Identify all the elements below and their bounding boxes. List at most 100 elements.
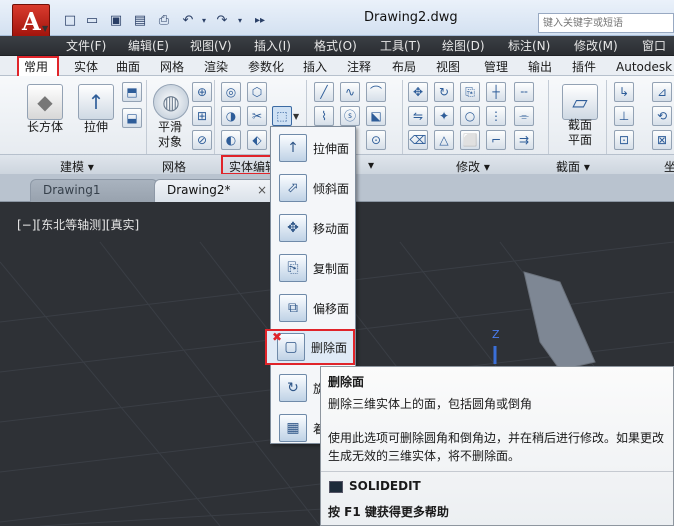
helix-icon[interactable]: ⓢ: [340, 106, 360, 126]
save-icon[interactable]: ▣: [108, 13, 124, 29]
polysolid-icon[interactable]: ⬓: [122, 108, 142, 128]
doc-tab-drawing2[interactable]: Drawing2* ×: [154, 179, 276, 202]
spline-icon[interactable]: ∿: [340, 82, 360, 102]
section-plane-icon[interactable]: ▱: [562, 84, 598, 120]
intersect-icon[interactable]: ◐: [221, 130, 241, 150]
panel-modify-title[interactable]: 修改 ▾: [456, 158, 490, 175]
rotate3d-icon[interactable]: ↻: [434, 82, 454, 102]
menu-draw[interactable]: 绘图(D): [442, 38, 485, 54]
join-icon[interactable]: ⌯: [514, 106, 534, 126]
print-icon[interactable]: ⎙: [156, 13, 172, 29]
region-icon[interactable]: ⬕: [366, 106, 386, 126]
tab-autodesk[interactable]: Autodesk: [616, 59, 672, 75]
close-icon[interactable]: ×: [257, 180, 267, 201]
mesh-refine-icon[interactable]: ⊞: [192, 106, 212, 126]
box-icon[interactable]: ◆: [27, 84, 63, 120]
smooth-object-label[interactable]: 平滑 对象: [150, 120, 190, 150]
arc-icon[interactable]: ⌒: [366, 82, 386, 102]
tab-home[interactable]: 常用: [24, 59, 48, 75]
tab-manage[interactable]: 管理: [484, 59, 508, 75]
interfere-icon[interactable]: ✂: [247, 106, 267, 126]
gizmo-icon[interactable]: ✦: [434, 106, 454, 126]
box-label[interactable]: 长方体: [18, 120, 72, 135]
break-icon[interactable]: ╌: [514, 82, 534, 102]
panel-modeling-title[interactable]: 建模 ▾: [60, 158, 94, 175]
face-edit-dropdown-icon[interactable]: ⬚: [272, 106, 292, 126]
tab-output[interactable]: 输出: [528, 59, 552, 75]
ucs-face-icon[interactable]: ⊠: [652, 130, 672, 150]
viewport-controls-label[interactable]: [−][东北等轴测][真实]: [17, 216, 139, 233]
menu-window[interactable]: 窗口: [642, 38, 666, 54]
union-icon[interactable]: ◎: [221, 82, 241, 102]
chevron-down-icon[interactable]: ▼: [293, 112, 299, 121]
line-icon[interactable]: ╱: [314, 82, 334, 102]
tab-solid[interactable]: 实体: [74, 59, 98, 75]
menu-modify[interactable]: 修改(M): [574, 38, 618, 54]
menu-file[interactable]: 文件(F): [66, 38, 106, 54]
scale-icon[interactable]: ⬜: [460, 130, 480, 150]
copy-icon[interactable]: ⎘: [460, 82, 480, 102]
mirror-icon[interactable]: ⇋: [408, 106, 428, 126]
mesh-crease-icon[interactable]: ⊕: [192, 82, 212, 102]
undo-dropdown-icon[interactable]: ▾: [196, 13, 212, 29]
move-icon[interactable]: ✥: [408, 82, 428, 102]
tab-parametric[interactable]: 参数化: [248, 59, 284, 75]
menu-item-move-face[interactable]: ✥ 移动面: [275, 210, 353, 246]
tab-mesh[interactable]: 网格: [160, 59, 184, 75]
menu-tools[interactable]: 工具(T): [380, 38, 421, 54]
extrude-label[interactable]: 拉伸: [76, 120, 116, 135]
menu-dimension[interactable]: 标注(N): [508, 38, 550, 54]
tab-layout[interactable]: 布局: [392, 59, 416, 75]
ucs-rotate-icon[interactable]: ⟲: [652, 106, 672, 126]
undo-icon[interactable]: ↶: [180, 13, 196, 29]
smooth-object-icon[interactable]: ◍: [153, 84, 189, 120]
open-icon[interactable]: ▭: [84, 13, 100, 29]
ucs-icon[interactable]: ↳: [614, 82, 634, 102]
tab-annotate[interactable]: 注释: [347, 59, 371, 75]
erase-icon[interactable]: ⌫: [408, 130, 428, 150]
tab-render[interactable]: 渲染: [204, 59, 228, 75]
mesh-uncrease-icon[interactable]: ⊘: [192, 130, 212, 150]
saveas-icon[interactable]: ▤: [132, 13, 148, 29]
search-input[interactable]: [538, 13, 674, 33]
menu-item-copy-face[interactable]: ⎘ 复制面: [275, 250, 353, 286]
redo-icon[interactable]: ↷: [214, 13, 230, 29]
offset-icon[interactable]: ⇉: [514, 130, 534, 150]
menu-edit[interactable]: 编辑(E): [128, 38, 169, 54]
slice-icon[interactable]: ⬡: [247, 82, 267, 102]
menu-insert[interactable]: 插入(I): [254, 38, 291, 54]
extrude-icon[interactable]: ↑: [78, 84, 114, 120]
doc-tab-drawing1[interactable]: Drawing1: [30, 179, 158, 202]
new-icon[interactable]: □: [62, 13, 78, 29]
menu-view[interactable]: 视图(V): [190, 38, 232, 54]
trim-icon[interactable]: ┼: [486, 82, 506, 102]
tab-view[interactable]: 视图: [436, 59, 460, 75]
tab-surface[interactable]: 曲面: [116, 59, 140, 75]
ucs-view-icon[interactable]: ⊡: [614, 130, 634, 150]
circle-icon[interactable]: ○: [460, 106, 480, 126]
hatch-icon[interactable]: ⊙: [366, 130, 386, 150]
menu-format[interactable]: 格式(O): [314, 38, 357, 54]
fillet-icon[interactable]: ⌐: [486, 130, 506, 150]
align-icon[interactable]: △: [434, 130, 454, 150]
menu-item-delete-face[interactable]: ✖ ▢ 删除面: [265, 329, 355, 365]
chevron-down-icon[interactable]: ▼: [42, 24, 48, 33]
menu-item-offset-face[interactable]: ⧉ 偏移面: [275, 290, 353, 326]
panel-coordinates-title[interactable]: 坐: [664, 158, 674, 175]
panel-draw-title[interactable]: ▾: [368, 158, 374, 172]
panel-section-title[interactable]: 截面 ▾: [556, 158, 590, 175]
redo-dropdown-icon[interactable]: ▾: [232, 13, 248, 29]
subtract-icon[interactable]: ◑: [221, 106, 241, 126]
presspull-icon[interactable]: ⬒: [122, 82, 142, 102]
panel-mesh-title[interactable]: 网格: [162, 158, 186, 175]
tab-plugins[interactable]: 插件: [572, 59, 596, 75]
array-icon[interactable]: ⋮: [486, 106, 506, 126]
more-icon[interactable]: ▸▸: [252, 13, 268, 29]
polyline-icon[interactable]: ⌇: [314, 106, 334, 126]
menu-item-taper-face[interactable]: ⬀ 倾斜面: [275, 170, 353, 206]
section-plane-label[interactable]: 截面 平面: [558, 118, 602, 148]
tab-insert[interactable]: 插入: [303, 59, 327, 75]
imprint-icon[interactable]: ⬖: [247, 130, 267, 150]
menu-item-extrude-face[interactable]: ↑ 拉伸面: [275, 130, 353, 166]
ucs-origin-icon[interactable]: ⊥: [614, 106, 634, 126]
